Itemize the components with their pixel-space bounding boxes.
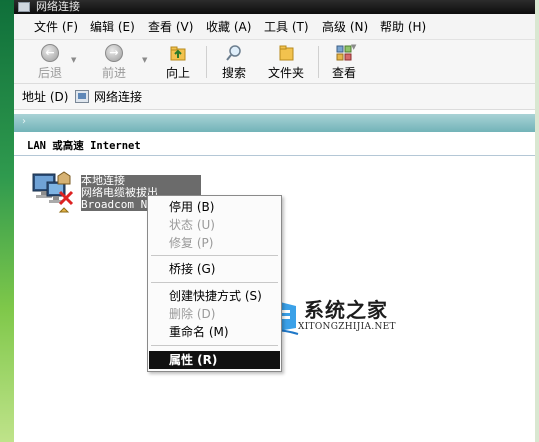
address-bar: 地址 (D) 网络连接	[14, 84, 535, 110]
window-title: 网络连接	[36, 0, 80, 13]
menu-item-repair[interactable]: 修复 (P)	[149, 234, 280, 252]
network-adapter-icon[interactable]	[30, 170, 76, 214]
forward-dropdown-icon[interactable]: ▼	[142, 56, 147, 64]
toolbar-separator	[206, 46, 207, 78]
forward-label: 前进	[101, 66, 126, 80]
chevron-right-icon[interactable]: ›	[22, 116, 26, 127]
forward-arrow-icon: →	[105, 44, 123, 62]
back-label: 后退	[37, 66, 62, 80]
menu-item-bridge[interactable]: 桥接 (G)	[149, 260, 280, 278]
menu-separator	[151, 345, 278, 346]
up-button[interactable]: 向上	[162, 44, 194, 81]
views-label: 查看	[331, 66, 356, 80]
address-field[interactable]: 网络连接	[94, 89, 142, 105]
menu-item-create-shortcut[interactable]: 创建快捷方式 (S)	[149, 287, 280, 305]
desktop-background	[0, 0, 14, 442]
folders-label: 文件夹	[267, 66, 304, 80]
menu-help[interactable]: 帮助 (H)	[380, 19, 426, 35]
search-button[interactable]: 搜索	[218, 44, 250, 81]
up-label: 向上	[165, 66, 190, 80]
watermark-title: 系统之家	[304, 298, 388, 322]
group-divider	[14, 155, 535, 156]
menu-item-properties[interactable]: 属性 (R)	[149, 351, 280, 369]
menu-tools[interactable]: 工具 (T)	[264, 19, 309, 35]
menu-view[interactable]: 查看 (V)	[148, 19, 193, 35]
network-folder-icon	[18, 2, 30, 12]
toolbar: ← 后退 ▼ → 前进 ▼ 向上 搜索 文件夹 查看 ▼	[14, 40, 535, 84]
network-connections-icon	[75, 90, 89, 103]
watermark-url: XITONGZHIJIA.NET	[298, 322, 396, 332]
menu-item-rename[interactable]: 重命名 (M)	[149, 323, 280, 341]
back-dropdown-icon[interactable]: ▼	[71, 56, 76, 64]
views-dropdown-icon[interactable]: ▼	[351, 43, 356, 51]
group-header: LAN 或高速 Internet	[27, 140, 141, 152]
menu-edit[interactable]: 编辑 (E)	[90, 19, 135, 35]
title-bar[interactable]: 网络连接	[14, 0, 535, 14]
folders-button[interactable]: 文件夹	[264, 44, 308, 81]
folder-up-icon	[170, 46, 186, 61]
context-menu: 停用 (B) 状态 (U) 修复 (P) 桥接 (G) 创建快捷方式 (S) 删…	[147, 195, 282, 372]
search-icon	[226, 45, 241, 61]
menu-bar: 文件 (F) 编辑 (E) 查看 (V) 收藏 (A) 工具 (T) 高级 (N…	[14, 14, 535, 40]
toolbar-separator	[318, 46, 319, 78]
menu-separator	[151, 282, 278, 283]
address-label: 地址 (D)	[22, 90, 69, 104]
forward-button[interactable]: → 前进	[98, 44, 130, 81]
menu-item-status[interactable]: 状态 (U)	[149, 216, 280, 234]
back-arrow-icon: ←	[41, 44, 59, 62]
menu-item-delete[interactable]: 删除 (D)	[149, 305, 280, 323]
connection-name: 本地连接	[81, 175, 125, 187]
desktop-edge	[535, 0, 539, 442]
menu-advanced[interactable]: 高级 (N)	[322, 19, 368, 35]
menu-file[interactable]: 文件 (F)	[34, 19, 78, 35]
details-strip: ›	[14, 114, 535, 132]
search-label: 搜索	[221, 66, 246, 80]
folders-icon	[279, 45, 294, 61]
menu-separator	[151, 255, 278, 256]
back-button[interactable]: ← 后退	[34, 44, 66, 81]
menu-item-disable[interactable]: 停用 (B)	[149, 198, 280, 216]
menu-favorites[interactable]: 收藏 (A)	[206, 19, 251, 35]
